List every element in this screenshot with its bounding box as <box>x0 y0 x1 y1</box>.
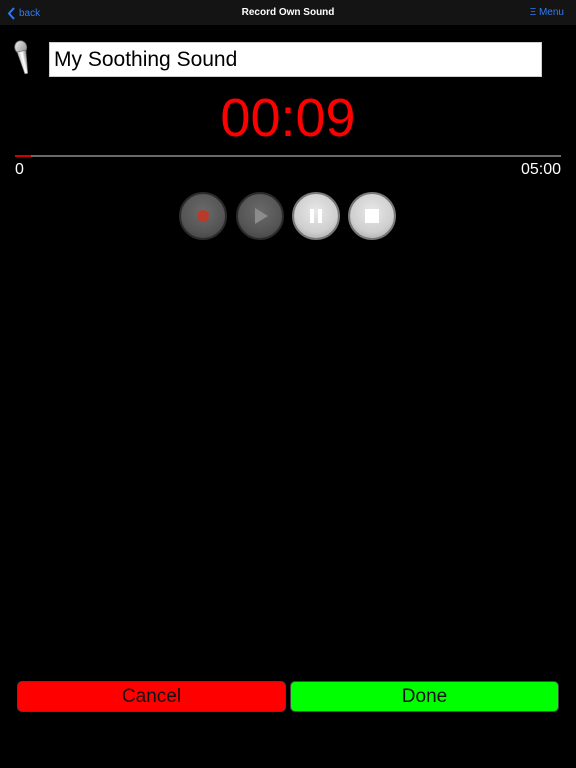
recording-progress <box>15 155 561 157</box>
done-button[interactable]: Done <box>290 681 559 712</box>
stop-button[interactable] <box>348 192 396 240</box>
page-title: Record Own Sound <box>241 7 335 18</box>
max-time-label: 05:00 <box>520 161 561 178</box>
recording-progress-fill <box>15 155 32 157</box>
microphone-icon <box>14 40 29 75</box>
start-time-label: 0 <box>15 161 24 178</box>
menu-button[interactable]: Ξ Menu <box>530 7 564 18</box>
pause-button[interactable] <box>292 192 340 240</box>
sound-name-input[interactable] <box>49 42 542 77</box>
transport-controls <box>179 192 399 240</box>
record-icon <box>197 210 209 222</box>
stop-icon <box>365 209 379 223</box>
pause-icon <box>310 209 322 223</box>
elapsed-timer: 00:09 <box>220 88 356 148</box>
cancel-button[interactable]: Cancel <box>17 681 286 712</box>
play-button[interactable] <box>236 192 284 240</box>
navigation-bar: back Record Own Sound Ξ Menu <box>0 0 576 25</box>
record-button[interactable] <box>179 192 227 240</box>
play-icon <box>255 208 268 224</box>
